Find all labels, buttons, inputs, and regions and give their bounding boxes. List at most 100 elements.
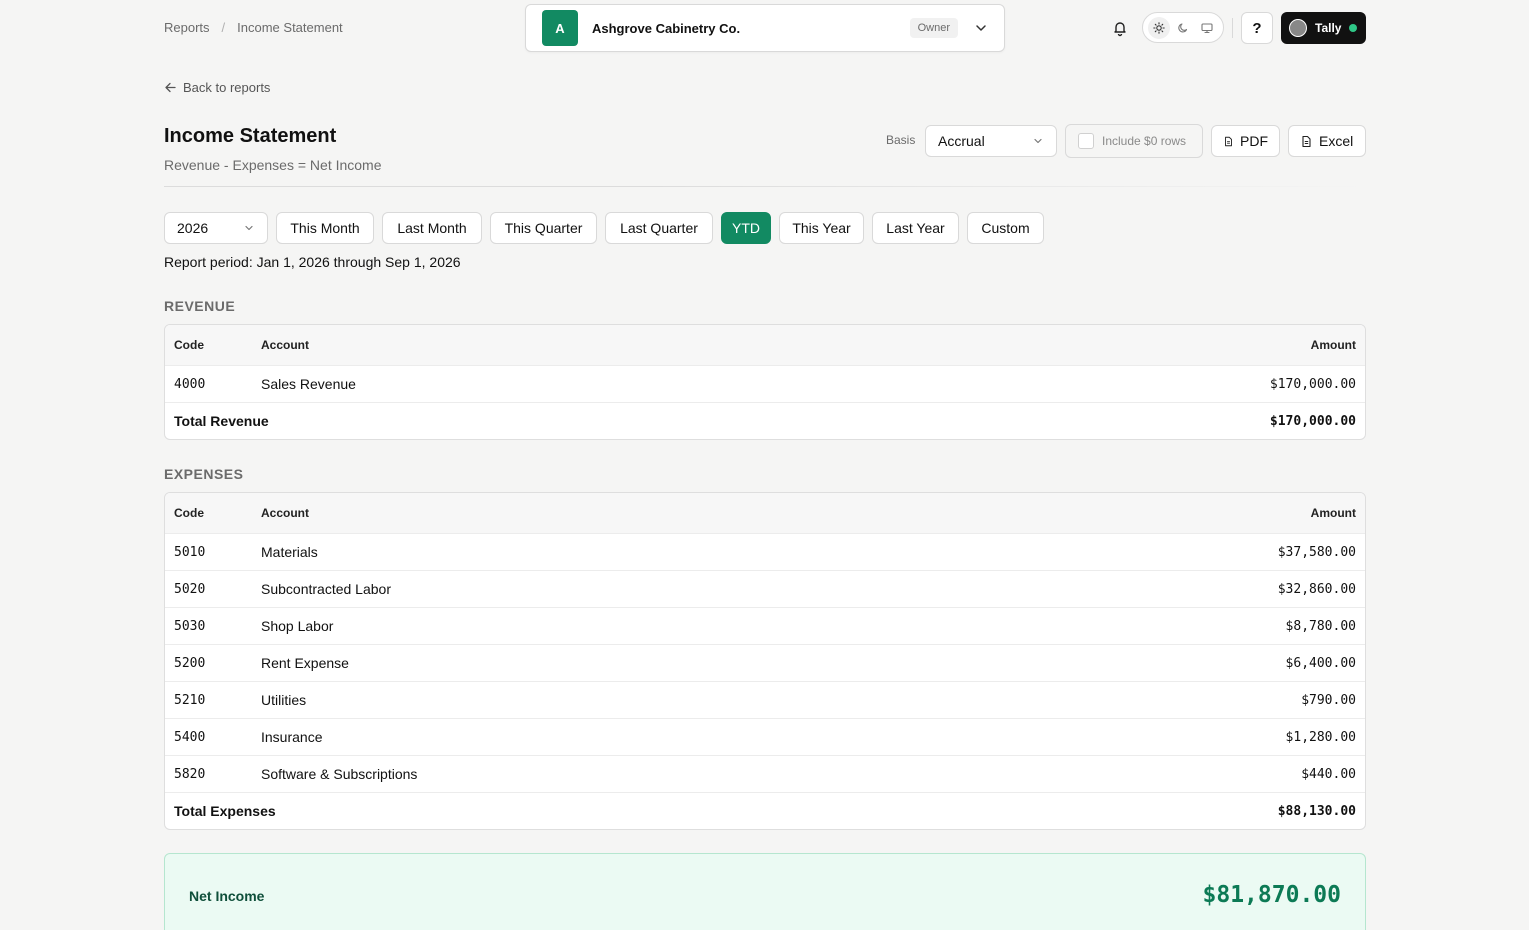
account-name: Rent Expense [261, 655, 349, 671]
revenue-table: Code Account Amount 4000 Sales Revenue $… [164, 324, 1366, 440]
basis-value: Accrual [938, 133, 985, 149]
net-income-label: Net Income [189, 888, 265, 904]
breadcrumb-current: Income Statement [237, 20, 343, 35]
total-revenue-label: Total Revenue [174, 413, 269, 429]
role-badge: Owner [909, 18, 958, 38]
year-select[interactable]: 2026 [164, 212, 268, 244]
export-pdf-button[interactable]: PDF [1211, 125, 1280, 157]
org-switcher[interactable]: A Ashgrove Cabinetry Co. Owner [525, 4, 1005, 52]
document-icon [1302, 135, 1311, 147]
moon-icon [1178, 22, 1188, 32]
basis-label: Basis [886, 133, 916, 147]
breadcrumb-separator: / [221, 20, 226, 35]
table-row[interactable]: 5200 Rent Expense $6,400.00 [165, 644, 1365, 681]
account-name: Utilities [261, 692, 307, 708]
account-amount: $37,580.00 [1277, 544, 1356, 560]
revenue-section-title: REVENUE [164, 298, 236, 314]
account-amount: $170,000.00 [1269, 376, 1356, 392]
year-value: 2026 [177, 220, 209, 236]
user-name: Tally [1315, 21, 1342, 35]
arrow-left-icon [165, 82, 176, 93]
online-status-dot [1349, 24, 1358, 32]
period-custom-button[interactable]: Custom [967, 212, 1044, 244]
chevron-down-icon [1034, 138, 1042, 144]
period-this-quarter-button[interactable]: This Quarter [490, 212, 597, 244]
org-avatar: A [542, 10, 578, 46]
account-amount: $32,860.00 [1277, 581, 1356, 597]
column-header-code: Code [174, 338, 204, 352]
back-to-reports-link[interactable]: Back to reports [164, 80, 270, 95]
table-header: Code Account Amount [165, 493, 1365, 533]
expenses-table: Code Account Amount 5010 Materials $37,5… [164, 492, 1366, 830]
period-last-year-button[interactable]: Last Year [872, 212, 959, 244]
column-header-amount: Amount [1310, 506, 1356, 520]
user-menu-button[interactable]: Tally [1281, 12, 1366, 44]
total-expenses-amount: $88,130.00 [1277, 803, 1356, 819]
period-last-quarter-button[interactable]: Last Quarter [605, 212, 713, 244]
include-zero-rows-toggle[interactable]: Include $0 rows [1065, 124, 1203, 158]
account-name: Shop Labor [261, 618, 334, 634]
table-header: Code Account Amount [165, 325, 1365, 365]
period-ytd-button[interactable]: YTD [721, 212, 771, 244]
net-income-amount: $81,870.00 [1202, 882, 1341, 908]
table-row[interactable]: 5010 Materials $37,580.00 [165, 533, 1365, 570]
total-expenses-row: Total Expenses $88,130.00 [165, 792, 1365, 829]
document-icon [1225, 136, 1232, 146]
account-code: 5200 [174, 655, 206, 671]
account-amount: $6,400.00 [1285, 655, 1356, 671]
avatar [1289, 19, 1307, 37]
total-expenses-label: Total Expenses [174, 803, 276, 819]
period-last-month-button[interactable]: Last Month [382, 212, 482, 244]
account-name: Subcontracted Labor [261, 581, 391, 597]
chevron-down-icon [245, 225, 253, 231]
column-header-code: Code [174, 506, 204, 520]
org-name: Ashgrove Cabinetry Co. [592, 20, 741, 36]
page-title: Income Statement [164, 125, 337, 147]
page-subtitle: Revenue - Expenses = Net Income [164, 157, 382, 173]
monitor-icon [1201, 22, 1213, 33]
include-zero-rows-checkbox[interactable] [1078, 133, 1094, 149]
header-divider [164, 186, 1366, 187]
account-amount: $8,780.00 [1285, 618, 1356, 634]
theme-toggle [1142, 12, 1224, 43]
back-link-label: Back to reports [183, 80, 271, 95]
theme-light-button[interactable] [1148, 16, 1170, 39]
period-this-month-button[interactable]: This Month [276, 212, 374, 244]
theme-dark-button[interactable] [1172, 17, 1194, 39]
account-code: 5020 [174, 581, 206, 597]
account-name: Materials [261, 544, 318, 560]
account-code: 4000 [174, 376, 206, 392]
chevron-down-icon [976, 25, 986, 31]
table-row[interactable]: 4000 Sales Revenue $170,000.00 [165, 365, 1365, 402]
account-code: 5210 [174, 692, 206, 708]
help-button[interactable]: ? [1241, 12, 1273, 44]
column-header-amount: Amount [1310, 338, 1356, 352]
excel-label: Excel [1319, 133, 1354, 149]
account-amount: $440.00 [1301, 766, 1356, 782]
table-row[interactable]: 5400 Insurance $1,280.00 [165, 718, 1365, 755]
net-income-card: Net Income $81,870.00 [164, 853, 1366, 930]
pdf-label: PDF [1240, 133, 1268, 149]
period-this-year-button[interactable]: This Year [779, 212, 864, 244]
bell-icon[interactable] [1111, 19, 1129, 37]
breadcrumb: Reports / Income Statement [164, 20, 343, 35]
table-row[interactable]: 5210 Utilities $790.00 [165, 681, 1365, 718]
total-revenue-amount: $170,000.00 [1269, 413, 1356, 429]
include-zero-rows-label: Include $0 rows [1102, 134, 1187, 148]
account-code: 5010 [174, 544, 206, 560]
account-code: 5030 [174, 618, 206, 634]
export-excel-button[interactable]: Excel [1288, 125, 1366, 157]
account-name: Insurance [261, 729, 323, 745]
account-name: Software & Subscriptions [261, 766, 418, 782]
theme-system-button[interactable] [1196, 17, 1218, 39]
total-revenue-row: Total Revenue $170,000.00 [165, 402, 1365, 439]
report-period-text: Report period: Jan 1, 2026 through Sep 1… [164, 254, 461, 270]
table-row[interactable]: 5020 Subcontracted Labor $32,860.00 [165, 570, 1365, 607]
basis-select[interactable]: Accrual [925, 125, 1057, 157]
breadcrumb-reports[interactable]: Reports [164, 20, 210, 35]
account-code: 5820 [174, 766, 206, 782]
table-row[interactable]: 5820 Software & Subscriptions $440.00 [165, 755, 1365, 792]
account-amount: $1,280.00 [1285, 729, 1356, 745]
table-row[interactable]: 5030 Shop Labor $8,780.00 [165, 607, 1365, 644]
account-name: Sales Revenue [261, 376, 356, 392]
